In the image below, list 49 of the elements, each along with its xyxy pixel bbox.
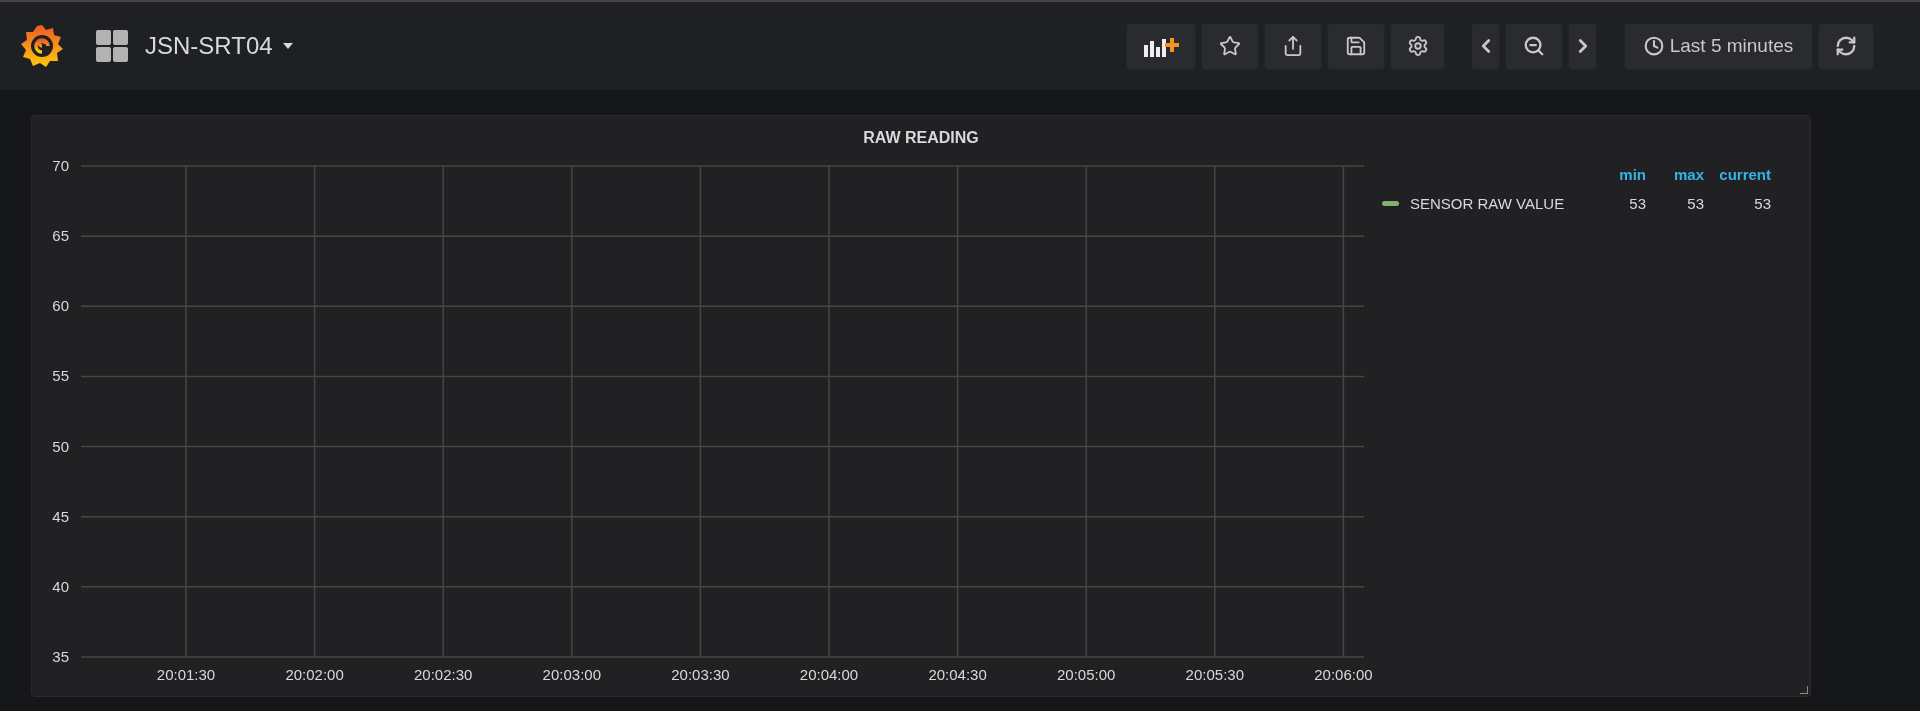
settings-icon	[1406, 35, 1429, 57]
y-axis-label: 70	[52, 157, 69, 174]
panel-title[interactable]: RAW READING	[863, 126, 979, 150]
clock-icon	[1643, 36, 1664, 56]
refresh-button[interactable]	[1818, 22, 1874, 70]
zoom-out-icon	[1523, 35, 1545, 57]
legend-column-header[interactable]: current	[1704, 164, 1771, 187]
caret-icon	[282, 43, 293, 49]
y-axis-label: 40	[52, 577, 69, 595]
settings-button[interactable]	[1390, 22, 1445, 70]
dashboards-grid-icon[interactable]	[96, 30, 128, 62]
y-axis-label: 55	[52, 367, 69, 385]
zoom-out-button[interactable]	[1505, 22, 1563, 70]
next-button[interactable]	[1568, 22, 1597, 70]
legend-series-name[interactable]: SENSOR RAW VALUE	[1410, 192, 1588, 215]
legend-column-header[interactable]: min	[1588, 164, 1646, 187]
legend-value: 53	[1628, 193, 1646, 214]
share-button[interactable]	[1264, 22, 1322, 70]
time-range-button[interactable]: Last 5 minutes	[1624, 22, 1813, 70]
resize-handle-icon[interactable]	[1800, 686, 1808, 694]
share-icon	[1282, 35, 1304, 57]
y-axis-label: 50	[52, 437, 69, 455]
bar-chart-plus-icon	[1142, 35, 1180, 57]
star-button[interactable]	[1201, 22, 1259, 70]
y-axis-label: 45	[52, 507, 69, 525]
save-icon	[1345, 35, 1367, 57]
legend-value: 53	[1753, 193, 1771, 214]
x-axis-label: 20:03:00	[542, 666, 601, 683]
save-button[interactable]	[1327, 22, 1385, 70]
y-axis-label: 60	[52, 297, 69, 315]
x-axis-label: 20:02:00	[285, 666, 344, 683]
x-axis-label: 20:04:00	[799, 666, 859, 683]
logo-icon[interactable]	[18, 22, 66, 70]
legend-value: 53	[1686, 193, 1704, 214]
x-axis-label: 20:05:30	[1185, 666, 1244, 683]
x-axis-label: 20:06:00	[1314, 666, 1373, 683]
y-axis-label: 65	[52, 227, 69, 245]
x-axis-label: 20:03:30	[671, 666, 730, 683]
dashboard-title-dropdown[interactable]: JSN-SRT04	[145, 28, 293, 64]
x-axis-label: 20:05:00	[1057, 666, 1116, 683]
add-panel-button[interactable]	[1126, 22, 1196, 70]
x-axis-label: 20:04:30	[928, 666, 987, 683]
y-axis-label: 35	[52, 648, 69, 665]
x-axis-label: 20:01:30	[156, 666, 216, 683]
star-icon	[1219, 35, 1241, 57]
refresh-icon	[1835, 35, 1857, 57]
legend-column-header[interactable]: max	[1646, 164, 1704, 187]
x-axis-label: 20:02:30	[414, 666, 473, 683]
previous-button[interactable]	[1471, 22, 1500, 70]
